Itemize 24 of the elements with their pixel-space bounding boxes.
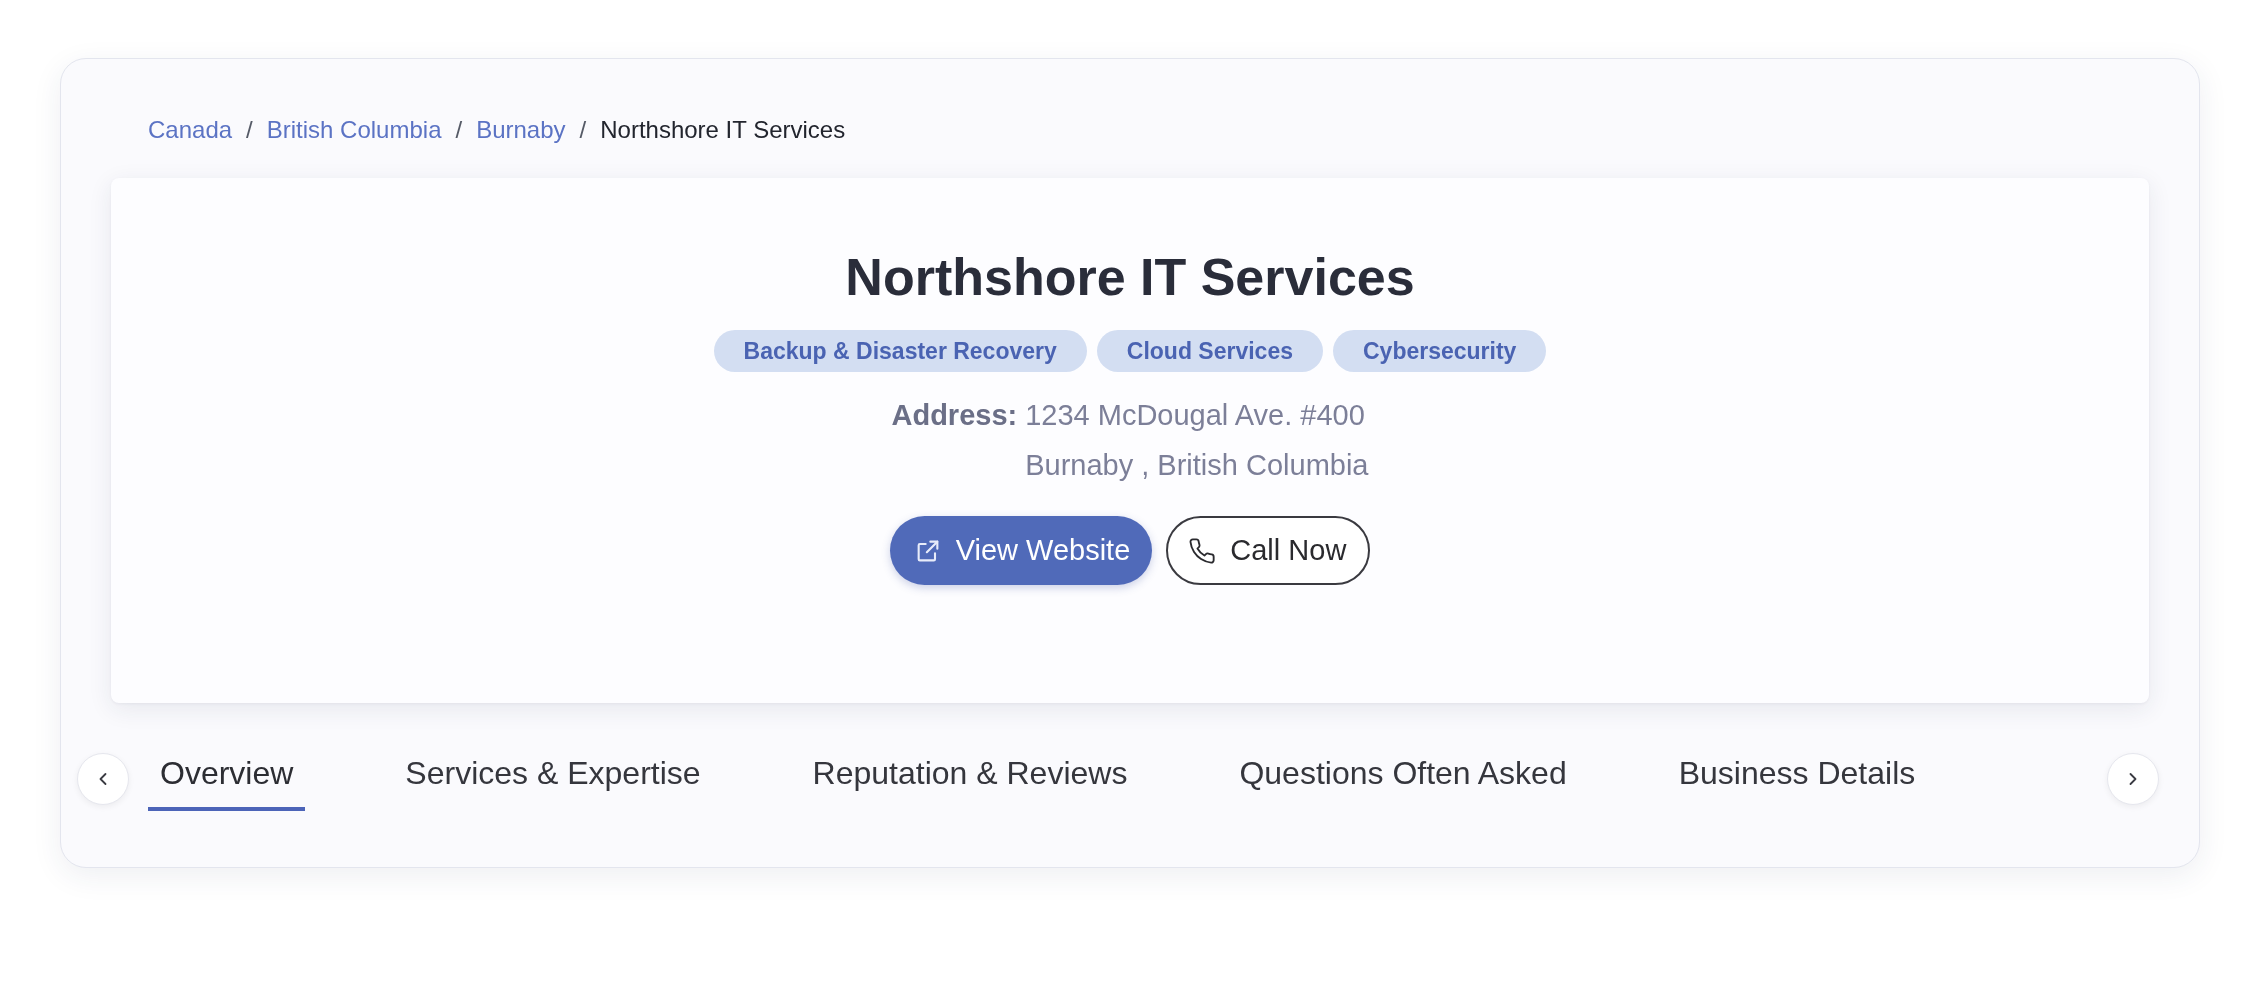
- address-line: Burnaby , British Columbia: [1025, 448, 1369, 483]
- scroll-right-button[interactable]: [2107, 753, 2159, 805]
- breadcrumb-separator: /: [455, 115, 463, 145]
- view-website-button[interactable]: View Website: [889, 516, 1153, 585]
- breadcrumb-link[interactable]: Canada: [148, 114, 233, 146]
- address-line: 1234 McDougal Ave. #400: [1025, 398, 1366, 433]
- breadcrumb-link[interactable]: Burnaby: [476, 114, 566, 146]
- category-tag: Cloud Services: [1096, 330, 1323, 372]
- business-title: Northshore IT Services: [845, 247, 1415, 308]
- breadcrumb-separator: /: [246, 115, 253, 145]
- nav-tab[interactable]: Questions Often Asked: [1227, 747, 1579, 811]
- phone-icon: [1188, 536, 1217, 565]
- nav-tab[interactable]: Reputation & Reviews: [800, 747, 1140, 811]
- breadcrumb-separator: /: [579, 115, 587, 145]
- category-tag: Cybersecurity: [1333, 330, 1547, 372]
- nav-tab[interactable]: Overview: [148, 747, 306, 811]
- category-tag: Backup & Disaster Recovery: [713, 330, 1087, 372]
- nav-tab[interactable]: Business Details: [1666, 747, 1928, 811]
- call-now-button[interactable]: Call Now: [1166, 516, 1371, 585]
- address-label: Address:: [891, 398, 1018, 433]
- scroll-left-button[interactable]: [77, 753, 129, 805]
- nav-tab[interactable]: Services & Expertise: [393, 747, 713, 811]
- breadcrumb-current: Northshore IT Services: [600, 115, 846, 145]
- breadcrumb-link[interactable]: British Columbia: [266, 114, 442, 146]
